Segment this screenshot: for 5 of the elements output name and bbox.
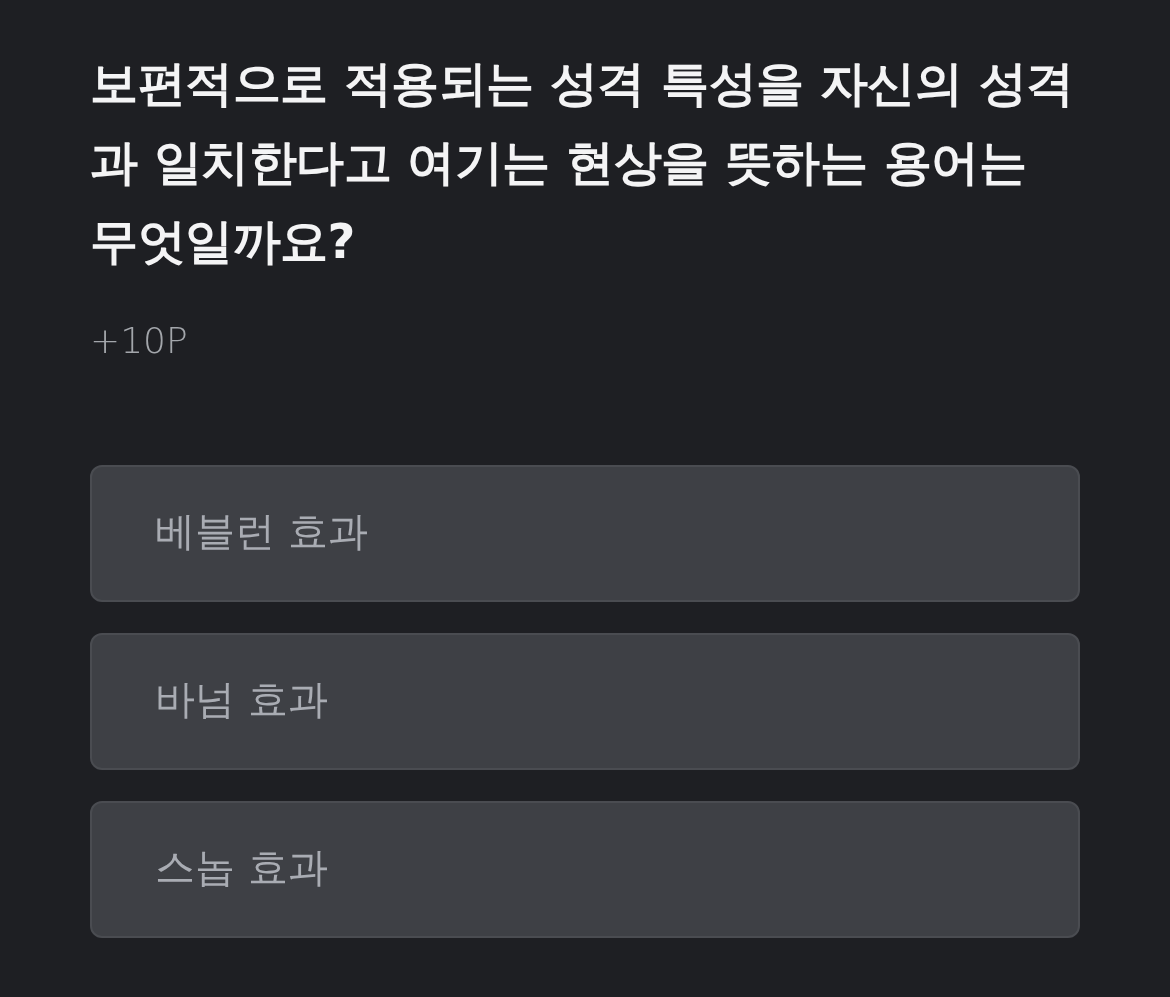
points-label: +10P — [90, 319, 188, 363]
answer-option[interactable]: 스놉 효과 — [90, 801, 1080, 938]
answer-option[interactable]: 바넘 효과 — [90, 633, 1080, 770]
answer-option[interactable]: 베블런 효과 — [90, 465, 1080, 602]
question-text: 보편적으로 적용되는 성격 특성을 자신의 성격과 일치한다고 여기는 현상을 뜻하는 용어는 무엇일까요? — [90, 54, 1075, 271]
